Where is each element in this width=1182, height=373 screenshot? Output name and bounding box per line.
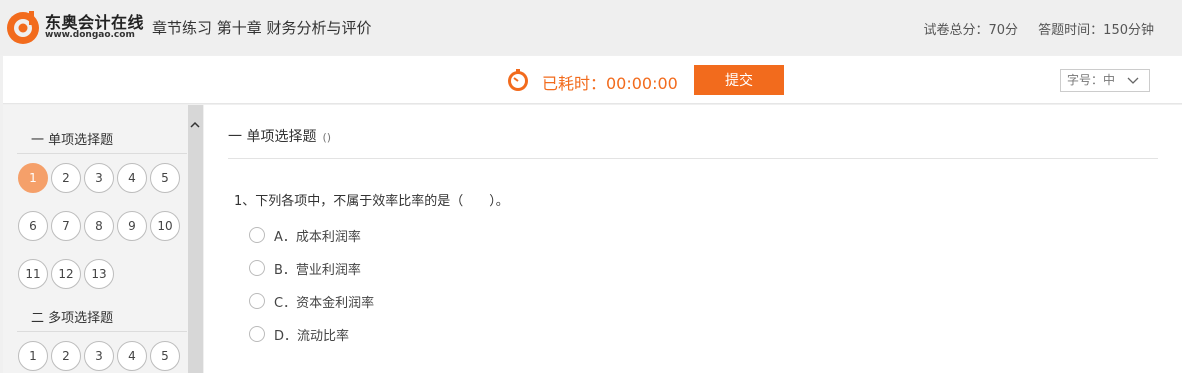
submit-button[interactable]: 提交 <box>694 65 784 95</box>
question-number-button[interactable]: 6 <box>18 211 48 241</box>
radio-button[interactable] <box>249 260 265 276</box>
question-number-button[interactable]: 5 <box>150 341 180 371</box>
question-number-button[interactable]: 5 <box>150 163 180 193</box>
question-text: 1、下列各项中，不属于效率比率的是（ ）。 <box>234 194 509 209</box>
total-score: 试卷总分：70分 <box>923 23 1019 38</box>
question-number-button[interactable]: 13 <box>84 259 114 289</box>
font-size-label: 字号：中 <box>1067 73 1116 87</box>
question-number-button[interactable]: 10 <box>150 211 180 241</box>
question-number-button[interactable]: 8 <box>84 211 114 241</box>
question-panel: 一 单项选择题() 1、下列各项中，不属于效率比率的是（ ）。 A．成本利润率 … <box>204 105 1182 373</box>
elapsed-timer: 已耗时：00:00:00 <box>542 74 678 93</box>
question-number-button[interactable]: 2 <box>51 341 81 371</box>
question-number-button[interactable]: 9 <box>117 211 147 241</box>
logo-url: www.dongao.com <box>45 30 135 40</box>
top-header: 东奥会计在线 www.dongao.com 章节练习 第十章 财务分析与评价 试… <box>0 0 1182 55</box>
sidebar-section-title: 二 多项选择题 <box>31 311 114 326</box>
radio-button[interactable] <box>249 227 265 243</box>
section-title-text: 一 单项选择题 <box>228 129 317 145</box>
question-navigator: 一 单项选择题 1 2 3 4 5 6 7 8 9 10 11 12 13 二 … <box>3 105 203 373</box>
question-number-button[interactable]: 4 <box>117 341 147 371</box>
radio-button[interactable] <box>249 326 265 342</box>
question-number-button[interactable]: 4 <box>117 163 147 193</box>
sidebar-section-title: 一 单项选择题 <box>31 133 114 148</box>
page-title: 章节练习 第十章 财务分析与评价 <box>152 19 372 37</box>
divider <box>17 331 187 332</box>
question-number-button[interactable]: 1 <box>18 163 48 193</box>
question-number-button[interactable]: 1 <box>18 341 48 371</box>
question-number-button[interactable]: 2 <box>51 163 81 193</box>
sidebar-scrollbar[interactable] <box>188 105 203 373</box>
question-number-button[interactable]: 11 <box>18 259 48 289</box>
section-note: () <box>322 131 332 144</box>
divider <box>228 158 1158 159</box>
exam-toolbar: 已耗时：00:00:00 提交 字号：中 <box>3 56 1182 104</box>
option-label: B．营业利润率 <box>274 263 361 278</box>
option-label: C．资本金利润率 <box>274 296 375 311</box>
question-number-button[interactable]: 3 <box>84 163 114 193</box>
question-number-button[interactable]: 7 <box>51 211 81 241</box>
question-number-button[interactable]: 3 <box>84 341 114 371</box>
answer-time: 答题时间：150分钟 <box>1038 23 1154 38</box>
dongao-logo[interactable]: 东奥会计在线 www.dongao.com <box>5 8 145 46</box>
font-size-select[interactable]: 字号：中 <box>1060 69 1150 92</box>
clock-icon <box>508 69 528 91</box>
logo-mark-icon <box>7 11 39 44</box>
radio-button[interactable] <box>249 293 265 309</box>
question-number-button[interactable]: 12 <box>51 259 81 289</box>
exam-info: 试卷总分：70分 答题时间：150分钟 <box>907 19 1154 38</box>
option-label: A．成本利润率 <box>274 230 361 245</box>
section-title: 一 单项选择题 () <box>228 126 331 146</box>
chevron-down-icon <box>1127 77 1139 84</box>
option-label: D．流动比率 <box>274 329 350 344</box>
scroll-up-icon[interactable] <box>189 119 201 131</box>
divider <box>17 153 187 154</box>
